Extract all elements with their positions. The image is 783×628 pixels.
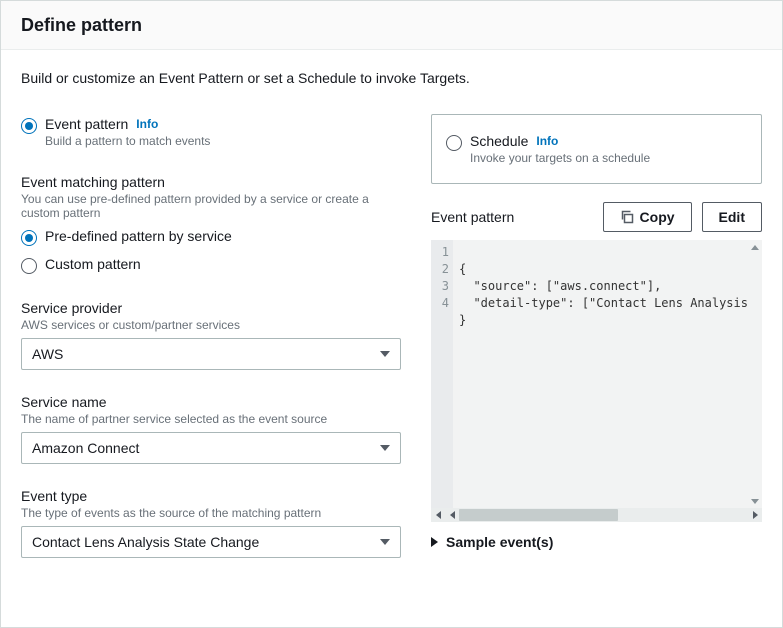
- code-gutter: 1 2 3 4: [431, 240, 453, 508]
- info-link-event-pattern[interactable]: Info: [136, 117, 158, 131]
- scroll-thumb[interactable]: [459, 509, 618, 521]
- caret-down-icon: [380, 351, 390, 357]
- provider-select[interactable]: AWS: [21, 338, 401, 370]
- panel-description: Build or customize an Event Pattern or s…: [21, 70, 762, 86]
- caret-down-icon: [380, 539, 390, 545]
- right-column: Schedule Info Invoke your targets on a s…: [431, 114, 762, 558]
- option-predefined[interactable]: Pre-defined pattern by service: [21, 226, 401, 248]
- vertical-scrollbar[interactable]: [748, 240, 762, 508]
- event-type-help: The type of events as the source of the …: [21, 506, 401, 520]
- option-event-pattern-subtitle: Build a pattern to match events: [45, 134, 210, 148]
- option-schedule-subtitle: Invoke your targets on a schedule: [470, 151, 650, 165]
- scroll-down-icon[interactable]: [748, 494, 762, 508]
- radio-predefined[interactable]: [21, 230, 37, 246]
- left-column: Event pattern Info Build a pattern to ma…: [21, 114, 401, 558]
- horizontal-scrollbar[interactable]: [431, 508, 762, 522]
- service-help: The name of partner service selected as …: [21, 412, 401, 426]
- scroll-up-icon[interactable]: [748, 240, 762, 254]
- scroll-left-icon[interactable]: [445, 508, 459, 522]
- caret-down-icon: [380, 445, 390, 451]
- copy-button[interactable]: Copy: [603, 202, 692, 232]
- copy-button-label: Copy: [640, 209, 675, 225]
- event-pattern-code: 1 2 3 4 { "source": ["aws.connect"], "de…: [431, 240, 762, 522]
- copy-icon: [620, 210, 634, 224]
- caret-right-icon: [431, 534, 438, 550]
- info-link-schedule[interactable]: Info: [536, 134, 558, 148]
- event-type-select[interactable]: Contact Lens Analysis State Change: [21, 526, 401, 558]
- panel-body: Build or customize an Event Pattern or s…: [1, 50, 782, 578]
- event-pattern-title: Event pattern: [431, 209, 514, 225]
- sample-events-toggle[interactable]: Sample event(s): [431, 534, 762, 550]
- provider-value: AWS: [32, 346, 63, 362]
- radio-event-pattern[interactable]: [21, 118, 37, 134]
- scroll-left-icon[interactable]: [431, 508, 445, 522]
- service-label: Service name: [21, 394, 401, 410]
- event-type-label: Event type: [21, 488, 401, 504]
- radio-custom[interactable]: [21, 258, 37, 274]
- service-value: Amazon Connect: [32, 440, 139, 456]
- option-schedule[interactable]: Schedule Info Invoke your targets on a s…: [431, 114, 762, 184]
- page-title: Define pattern: [21, 15, 762, 36]
- option-predefined-label: Pre-defined pattern by service: [45, 228, 232, 244]
- edit-button[interactable]: Edit: [702, 202, 762, 232]
- option-event-pattern-label: Event pattern: [45, 116, 128, 132]
- option-custom-label: Custom pattern: [45, 256, 141, 272]
- panel-header: Define pattern: [1, 1, 782, 50]
- matching-label: Event matching pattern: [21, 174, 401, 190]
- edit-button-label: Edit: [719, 209, 745, 225]
- define-pattern-panel: Define pattern Build or customize an Eve…: [0, 0, 783, 628]
- code-content[interactable]: { "source": ["aws.connect"], "detail-typ…: [453, 240, 762, 508]
- event-type-value: Contact Lens Analysis State Change: [32, 534, 259, 550]
- service-select[interactable]: Amazon Connect: [21, 432, 401, 464]
- option-event-pattern[interactable]: Event pattern Info Build a pattern to ma…: [21, 114, 401, 150]
- matching-help: You can use pre-defined pattern provided…: [21, 192, 401, 220]
- option-schedule-label: Schedule: [470, 133, 528, 149]
- provider-label: Service provider: [21, 300, 401, 316]
- scroll-right-icon[interactable]: [748, 508, 762, 522]
- option-custom[interactable]: Custom pattern: [21, 254, 401, 276]
- scroll-track[interactable]: [459, 508, 748, 522]
- provider-help: AWS services or custom/partner services: [21, 318, 401, 332]
- radio-schedule[interactable]: [446, 135, 462, 151]
- sample-events-label: Sample event(s): [446, 534, 553, 550]
